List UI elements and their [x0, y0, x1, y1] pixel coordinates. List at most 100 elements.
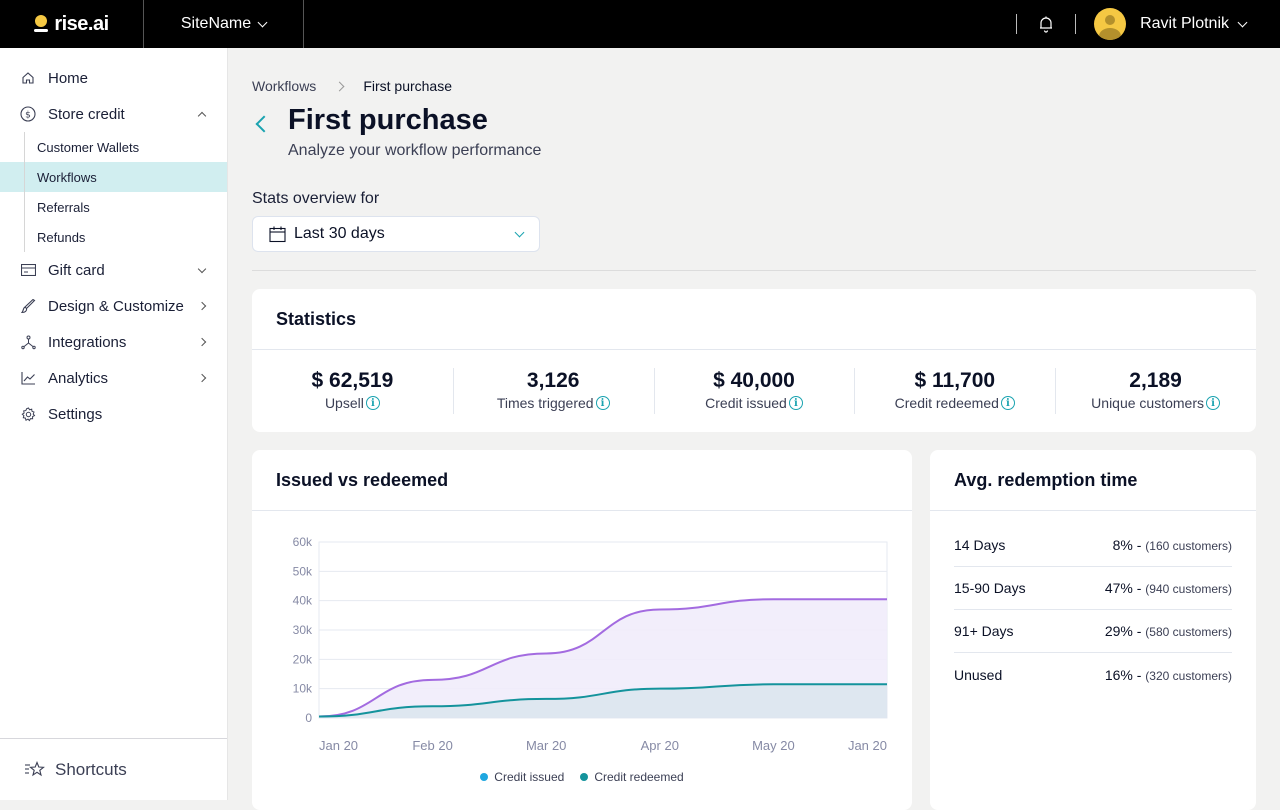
sidebar-item-analytics[interactable]: Analytics: [0, 360, 227, 396]
notifications-button[interactable]: [1017, 15, 1075, 33]
stat-upsell: $ 62,519 Upsell i: [252, 368, 453, 414]
redemption-title: Avg. redemption time: [930, 450, 1256, 511]
x-tick-label: Apr 20: [641, 738, 679, 753]
list-item: 15-90 Days 47% - (940 customers): [954, 567, 1232, 610]
logo[interactable]: rise.ai: [0, 0, 144, 48]
chevron-down-icon: [257, 17, 268, 27]
stat-label: Unique customers: [1091, 395, 1204, 411]
stat-value: $ 62,519: [311, 369, 394, 392]
stat-times-triggered: 3,126 Times triggered i: [452, 368, 654, 414]
statistics-card: Statistics $ 62,519 Upsell i 3,126 Times …: [252, 289, 1256, 432]
period-value: Last 30 days: [294, 225, 385, 242]
divider: [252, 270, 1256, 271]
stat-label: Times triggered: [496, 395, 594, 411]
chevron-right-icon: [197, 301, 207, 311]
bell-icon: [1040, 16, 1053, 33]
breadcrumb: Workflows First purchase: [252, 78, 452, 94]
back-button[interactable]: [254, 116, 268, 130]
y-tick-label: 40k: [293, 594, 313, 608]
sidebar-item-store-credit[interactable]: $ Store credit: [0, 96, 227, 132]
info-icon[interactable]: i: [1000, 396, 1015, 410]
brush-icon: [20, 298, 36, 314]
legend-item-credit-redeemed[interactable]: Credit redeemed: [580, 770, 684, 784]
store-credit-submenu: Customer Wallets Workflows Referrals Ref…: [0, 132, 227, 252]
legend-dot: [580, 773, 589, 781]
redemption-pct: 8% -: [1112, 537, 1142, 553]
chevron-down-icon: [197, 264, 207, 273]
sidebar-item-workflows[interactable]: Workflows: [0, 162, 227, 192]
sidebar-item-referrals[interactable]: Referrals: [0, 192, 227, 222]
dollar-circle-icon: $: [20, 106, 36, 122]
redemption-count: (160 customers): [1145, 539, 1232, 553]
sidebar-item-design-customize[interactable]: Design & Customize: [0, 288, 227, 324]
list-item: 14 Days 8% - (160 customers): [954, 524, 1232, 567]
gear-icon: [20, 406, 36, 422]
logo-icon: [34, 15, 49, 33]
svg-text:$: $: [25, 111, 31, 121]
legend-dot: [480, 773, 489, 781]
redemption-count: (320 customers): [1145, 668, 1232, 683]
info-icon[interactable]: i: [788, 396, 803, 410]
stat-label: Credit redeemed: [894, 395, 999, 411]
redemption-pct: 16% -: [1104, 666, 1142, 683]
y-tick-label: 30k: [293, 623, 313, 637]
breadcrumb-workflows[interactable]: Workflows: [252, 78, 316, 94]
avg-redemption-card: Avg. redemption time 14 Days 8% - (160 c…: [930, 450, 1256, 810]
top-bar: rise.ai SiteName Ravit Plotnik: [0, 0, 1280, 48]
chevron-down-icon: [514, 227, 525, 237]
y-tick-label: 0: [305, 711, 312, 725]
stat-credit-issued: $ 40,000 Credit issued i: [653, 368, 855, 414]
logo-text: rise.ai: [54, 12, 109, 35]
site-switcher[interactable]: SiteName: [144, 0, 304, 48]
y-tick-label: 60k: [293, 535, 313, 549]
site-name: SiteName: [180, 15, 252, 32]
stat-value: 3,126: [526, 369, 580, 392]
info-icon[interactable]: i: [595, 396, 610, 410]
chevron-down-icon: [1237, 17, 1248, 27]
breadcrumb-current: First purchase: [363, 78, 453, 94]
chevron-right-icon: [197, 373, 207, 383]
home-icon: [20, 70, 36, 86]
sidebar: Home $ Store credit Customer Wallets Wor…: [0, 48, 228, 800]
y-tick-label: 50k: [293, 564, 313, 578]
redemption-pct: 47% -: [1104, 580, 1142, 596]
redemption-label: 91+ Days: [954, 623, 1014, 639]
user-name: Ravit Plotnik: [1140, 15, 1229, 32]
chevron-right-icon: [197, 337, 207, 347]
info-icon[interactable]: i: [1206, 396, 1220, 410]
list-item: Unused 16% - (320 customers): [954, 653, 1232, 696]
x-tick-label: Jan 20: [848, 738, 887, 753]
stats-overview-label: Stats overview for: [252, 190, 380, 207]
sidebar-item-refunds[interactable]: Refunds: [0, 222, 227, 252]
shortcuts-button[interactable]: Shortcuts: [0, 738, 227, 800]
legend-label: Credit issued: [494, 770, 565, 784]
x-tick-label: Mar 20: [526, 738, 566, 753]
stat-value: 2,189: [1129, 369, 1182, 392]
y-tick-label: 20k: [293, 652, 313, 666]
redemption-pct: 29% -: [1104, 623, 1142, 639]
avatar[interactable]: [1094, 8, 1127, 40]
user-menu[interactable]: Ravit Plotnik: [1140, 15, 1248, 33]
chart-title: Issued vs redeemed: [252, 450, 912, 511]
redemption-list: 14 Days 8% - (160 customers) 15-90 Days …: [930, 511, 1256, 696]
sidebar-item-integrations[interactable]: Integrations: [0, 324, 227, 360]
page-subtitle: Analyze your workflow performance: [288, 142, 542, 159]
sidebar-item-customer-wallets[interactable]: Customer Wallets: [0, 132, 227, 162]
info-icon[interactable]: i: [365, 396, 380, 410]
analytics-icon: [20, 370, 36, 386]
list-item: 91+ Days 29% - (580 customers): [954, 610, 1232, 653]
y-tick-label: 10k: [293, 682, 313, 696]
issued-vs-redeemed-card: Issued vs redeemed 0 10k 20k 30k 40k 50k 60k J…: [252, 450, 912, 810]
page-title: First purchase: [288, 104, 488, 136]
statistics-title: Statistics: [252, 289, 1256, 350]
redemption-label: Unused: [954, 666, 1003, 683]
legend-item-credit-issued[interactable]: Credit issued: [480, 770, 564, 784]
period-dropdown[interactable]: Last 30 days: [252, 216, 540, 252]
stat-value: $ 40,000: [713, 369, 795, 392]
x-tick-label: May 20: [752, 738, 795, 753]
stat-label: Credit issued: [705, 395, 787, 411]
sidebar-item-gift-card[interactable]: Gift card: [0, 252, 227, 288]
sidebar-item-settings[interactable]: Settings: [0, 396, 227, 432]
sidebar-item-home[interactable]: Home: [0, 60, 227, 96]
stat-unique-customers: 2,189 Unique customers i: [1055, 368, 1256, 414]
